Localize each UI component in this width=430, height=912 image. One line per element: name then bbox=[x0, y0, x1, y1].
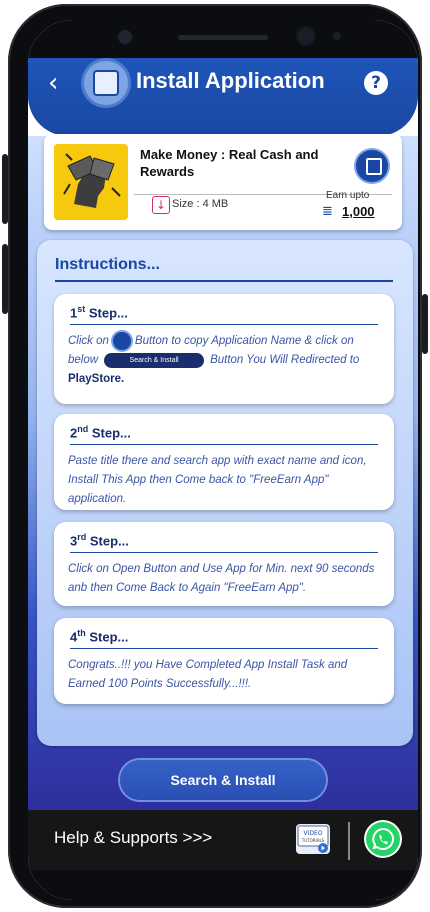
divider bbox=[70, 648, 378, 649]
question-circle-icon[interactable]: ? bbox=[364, 71, 388, 95]
chevron-left-icon[interactable]: ‹ bbox=[48, 70, 58, 96]
svg-text:VIDEO: VIDEO bbox=[303, 830, 322, 837]
phone-screen: ‹ Install Application ? Make Money : Rea… bbox=[28, 20, 418, 900]
step-heading: 1st Step... bbox=[70, 304, 128, 321]
phone-power-button bbox=[422, 294, 428, 354]
app-info-card: Make Money : Real Cash and Rewards ↓ Siz… bbox=[44, 134, 402, 230]
app-name: Make Money : Real Cash and Rewards bbox=[140, 147, 319, 179]
copy-icon bbox=[112, 332, 131, 350]
bottom-bezel bbox=[28, 870, 418, 900]
svg-text:TUTORIALS: TUTORIALS bbox=[301, 838, 325, 843]
download-icon: ↓ bbox=[152, 196, 170, 214]
speaker-grille bbox=[178, 35, 268, 40]
download-box-icon bbox=[84, 61, 128, 105]
instructions-card: Instructions... 1st Step... Click on Butt… bbox=[37, 240, 413, 746]
step-card: 2nd Step... Paste title there and search… bbox=[54, 414, 394, 510]
app-header: ‹ Install Application ? bbox=[28, 58, 418, 136]
app-icon bbox=[54, 144, 128, 220]
coin-stack-icon: ≣ bbox=[322, 204, 333, 219]
camera-icon bbox=[118, 30, 132, 44]
instructions-title: Instructions... bbox=[55, 256, 160, 273]
step-heading: 4th Step... bbox=[70, 628, 129, 645]
step-text: Paste title there and search app with ex… bbox=[68, 455, 367, 505]
earn-value: 1,000 bbox=[342, 204, 375, 219]
copy-icon bbox=[366, 158, 382, 175]
camera-icon bbox=[298, 28, 314, 44]
phone-volume-button bbox=[2, 244, 8, 314]
step-heading: 2nd Step... bbox=[70, 424, 131, 441]
phone-volume-button bbox=[2, 154, 8, 224]
help-support-bar: Help & Supports >>> VIDEO TUTORIALS bbox=[28, 810, 418, 870]
divider bbox=[70, 324, 378, 325]
phone-frame: ‹ Install Application ? Make Money : Rea… bbox=[2, 4, 428, 908]
sensor-icon bbox=[333, 32, 341, 40]
app-size: Size : 4 MB bbox=[172, 198, 229, 210]
video-tutorial-icon[interactable]: VIDEO TUTORIALS bbox=[296, 824, 330, 854]
search-install-inline-button: Search & Install bbox=[104, 352, 205, 368]
step-card: 4th Step... Congrats..!!! you Have Compl… bbox=[54, 618, 394, 704]
top-bezel bbox=[28, 20, 418, 60]
whatsapp-icon[interactable] bbox=[366, 822, 400, 856]
step-text: Click on Open Button and Use App for Min… bbox=[68, 563, 375, 594]
earn-label: Earn upto bbox=[326, 190, 370, 201]
step-card: 1st Step... Click on Button to copy Appli… bbox=[54, 294, 394, 404]
copy-button[interactable] bbox=[356, 150, 388, 182]
step-heading: 3rd Step... bbox=[70, 532, 129, 549]
step-card: 3rd Step... Click on Open Button and Use… bbox=[54, 522, 394, 606]
divider bbox=[348, 822, 350, 860]
step-text: Congrats..!!! you Have Completed App Ins… bbox=[68, 659, 348, 690]
divider bbox=[70, 444, 378, 445]
divider bbox=[70, 552, 378, 553]
divider bbox=[55, 280, 393, 282]
page-title: Install Application bbox=[136, 68, 325, 93]
step-text: Click on Button to copy Application Name … bbox=[68, 332, 384, 389]
help-supports-link[interactable]: Help & Supports >>> bbox=[54, 828, 212, 848]
search-install-button[interactable]: Search & Install bbox=[120, 760, 326, 800]
